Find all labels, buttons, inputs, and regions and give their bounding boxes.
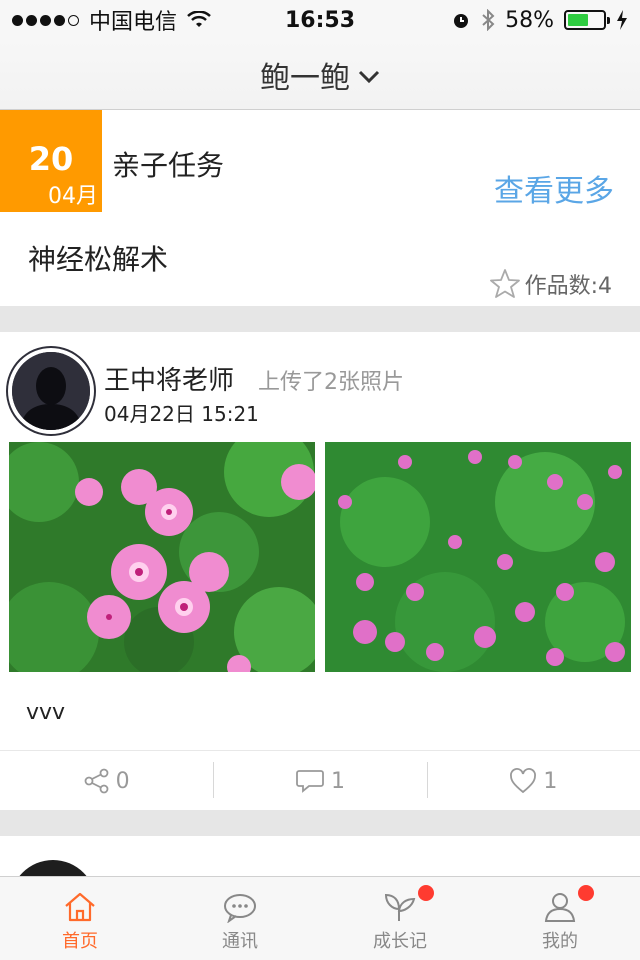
share-count: 0 bbox=[115, 768, 130, 794]
date-badge: 20 04月 bbox=[0, 110, 102, 212]
comment-icon bbox=[296, 770, 324, 793]
chat-icon bbox=[224, 894, 256, 923]
see-more-link[interactable]: 查看更多 bbox=[494, 166, 614, 210]
share-button[interactable]: 0 bbox=[0, 752, 213, 810]
default-avatar-icon bbox=[12, 352, 90, 430]
task-card[interactable]: 20 04月 亲子任务 查看更多 神经松解术 作品数:4 bbox=[0, 110, 640, 306]
notification-dot bbox=[578, 885, 594, 901]
nav-bar: 鲍一鲍 bbox=[0, 40, 640, 110]
battery-icon bbox=[564, 10, 610, 30]
share-icon bbox=[84, 768, 109, 794]
heart-icon bbox=[510, 768, 537, 794]
comment-button[interactable]: 1 bbox=[213, 752, 426, 810]
tab-label: 成长记 bbox=[373, 931, 427, 952]
post-action: 上传了2张照片 bbox=[258, 370, 404, 395]
date-month: 04月 bbox=[48, 184, 98, 209]
page-title[interactable]: 鲍一鲍 bbox=[260, 53, 350, 97]
comment-count: 1 bbox=[330, 768, 345, 794]
battery-fill bbox=[568, 14, 588, 26]
post-author[interactable]: 王中将老师 bbox=[104, 360, 234, 397]
avatar[interactable] bbox=[8, 348, 94, 434]
sprout-icon bbox=[384, 893, 416, 921]
like-count: 1 bbox=[543, 768, 558, 794]
post-card: 王中将老师 上传了2张照片 04月22日 15:21 vvv 0 1 1 bbox=[0, 332, 640, 810]
tab-label: 首页 bbox=[62, 931, 98, 952]
works-count-label: 作品数:4 bbox=[524, 274, 612, 299]
like-button[interactable]: 1 bbox=[426, 752, 640, 810]
clock: 16:53 bbox=[284, 7, 356, 33]
post-caption: vvv bbox=[26, 700, 66, 725]
avatar[interactable] bbox=[10, 860, 96, 876]
divider bbox=[0, 750, 640, 751]
post-time: 04月22日 15:21 bbox=[104, 402, 259, 426]
post-card bbox=[0, 836, 640, 876]
user-icon bbox=[544, 893, 576, 922]
task-title[interactable]: 神经松解术 bbox=[28, 238, 168, 278]
date-day: 20 bbox=[28, 140, 74, 178]
notification-dot bbox=[418, 885, 434, 901]
status-bar: 中国电信 16:53 58% bbox=[0, 0, 640, 40]
chevron-down-icon[interactable] bbox=[358, 70, 380, 84]
tab-messages[interactable]: 通讯 bbox=[160, 877, 320, 960]
tab-bar: 首页 通讯 成长记 我的 bbox=[0, 876, 640, 960]
post-photo-2[interactable] bbox=[325, 442, 631, 672]
works-count: 作品数:4 bbox=[489, 268, 612, 300]
tab-label: 通讯 bbox=[222, 931, 258, 952]
star-icon bbox=[489, 269, 520, 298]
task-type: 亲子任务 bbox=[112, 149, 225, 182]
post-actions: 0 1 1 bbox=[0, 752, 640, 810]
tab-label: 我的 bbox=[542, 931, 578, 952]
tab-home[interactable]: 首页 bbox=[0, 877, 160, 960]
home-icon bbox=[65, 892, 95, 922]
post-photo-1[interactable] bbox=[9, 442, 315, 672]
tab-growth[interactable]: 成长记 bbox=[320, 877, 480, 960]
tab-me[interactable]: 我的 bbox=[480, 877, 640, 960]
